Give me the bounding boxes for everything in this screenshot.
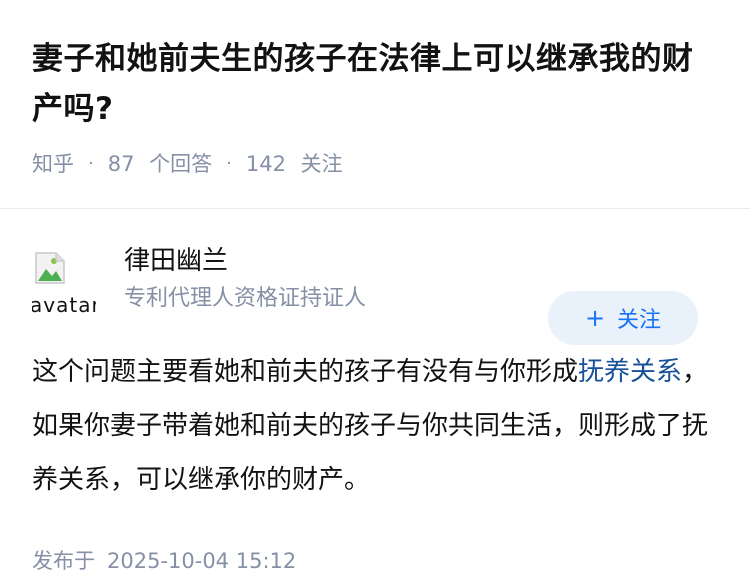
author-name[interactable]: 律田幽兰 (124, 245, 366, 277)
question-meta: 知乎 · 87 个回答 · 142 关注 (32, 148, 718, 178)
plus-icon: + (584, 304, 606, 332)
followers-count-value: 142 (245, 152, 286, 176)
source-label[interactable]: 知乎 (32, 148, 74, 178)
answers-count[interactable]: 87 个回答 (108, 148, 212, 178)
divider (0, 208, 750, 209)
avatar[interactable]: avatar (32, 249, 96, 313)
followers-count-label: 关注 (300, 152, 343, 176)
broken-image-icon (35, 252, 65, 284)
followers-count[interactable]: 142 关注 (246, 148, 343, 178)
follow-button-label: 关注 (617, 308, 662, 333)
publish-label: 发布于 (32, 549, 95, 573)
question-title[interactable]: 妻子和她前夫生的孩子在法律上可以继承我的财产吗? (32, 34, 718, 134)
author-headline: 专利代理人资格证持证人 (124, 286, 367, 311)
answer-link[interactable]: 抚养关系 (578, 357, 682, 387)
answer-content: 这个问题主要看她和前夫的孩子有没有与你形成抚养关系，如果你妻子带着她和前夫的孩子… (32, 345, 712, 507)
separator-dot: · (226, 152, 232, 174)
question-header: 妻子和她前夫生的孩子在法律上可以继承我的财产吗? 知乎 · 87 个回答 · 1… (0, 0, 750, 178)
publish-info: 发布于 2025-10-04 15:12 (32, 545, 718, 575)
author-info: 律田幽兰 专利代理人资格证持证人 (124, 245, 366, 315)
avatar-alt-text: avatar (32, 293, 96, 313)
publish-time: 2025-10-04 15:12 (107, 549, 297, 573)
separator-dot: · (88, 152, 94, 174)
answer-card: avatar 律田幽兰 专利代理人资格证持证人 + 关注 这个问题主要看她和前夫… (0, 245, 750, 575)
answers-count-label: 个回答 (149, 152, 213, 176)
follow-button[interactable]: + 关注 (548, 291, 698, 345)
answer-text: 这个问题主要看她和前夫的孩子有没有与你形成 (32, 357, 579, 387)
answers-count-value: 87 (107, 152, 135, 176)
